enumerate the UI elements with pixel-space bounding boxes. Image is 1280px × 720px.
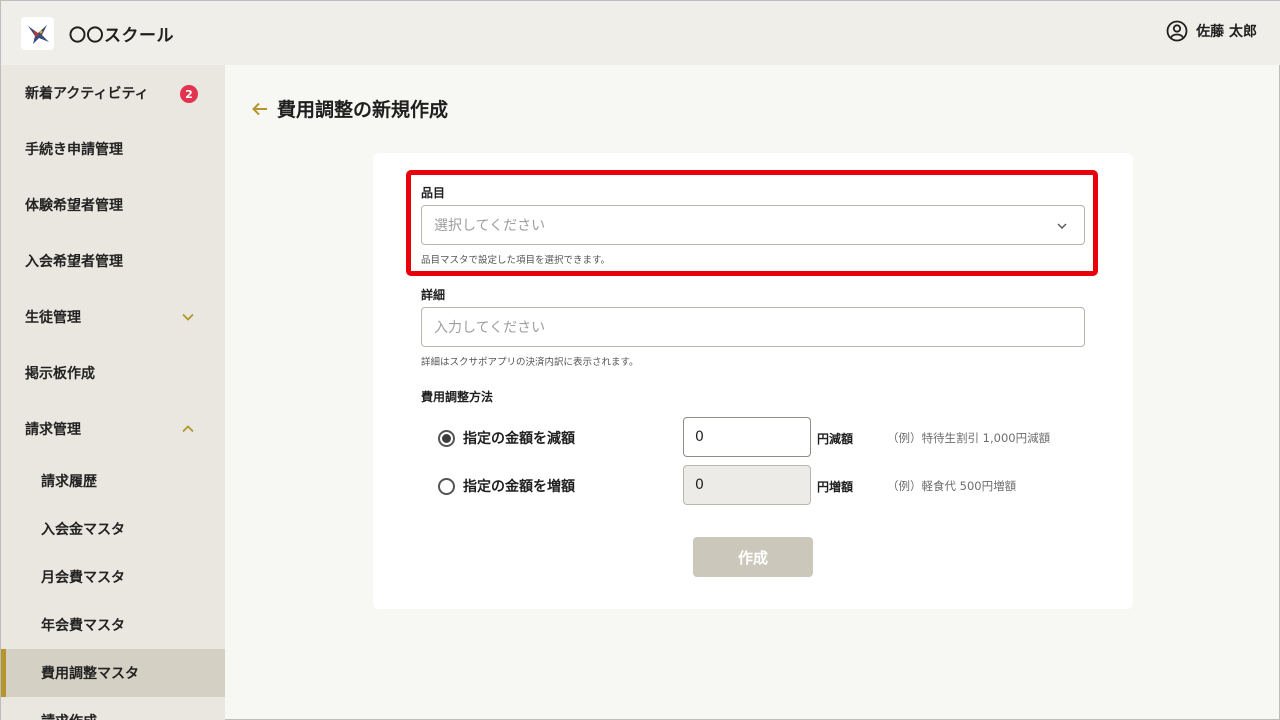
decrease-amount-input[interactable]: 0 [683,417,811,457]
sidebar-subitem-label: 入会金マスタ [41,522,125,538]
app-title: 〇〇スクール [69,26,174,46]
sidebar-subitem-annual-fee-master[interactable]: 年会費マスタ [1,601,225,649]
sidebar-item-trial-applicants[interactable]: 体験希望者管理 [1,177,225,233]
increase-example: （例）軽食代 500円増額 [887,479,1017,493]
increase-unit: 円増額 [817,480,854,494]
sidebar-item-label: 請求管理 [25,422,81,438]
sidebar-item-students[interactable]: 生徒管理 [1,289,225,345]
sidebar-subitem-label: 年会費マスタ [41,618,125,634]
item-help-text: 品目マスタで設定した項目を選択できます。 [421,255,611,266]
sidebar-item-new-activity[interactable]: 新着アクティビティ 2 [1,65,225,121]
method-label: 費用調整方法 [421,390,494,404]
detail-input-placeholder: 入力してください [434,320,546,336]
decrease-unit: 円減額 [817,432,854,446]
sidebar-item-billing[interactable]: 請求管理 [1,401,225,457]
chevron-up-icon [182,425,194,433]
sidebar-item-bulletin[interactable]: 掲示板作成 [1,345,225,401]
user-name: 佐藤 太郎 [1196,24,1257,40]
sidebar-item-procedures[interactable]: 手続き申請管理 [1,121,225,177]
decrease-option[interactable]: 指定の金額を減額 [438,428,575,448]
sidebar-item-label: 掲示板作成 [25,366,95,382]
sidebar-item-label: 入会希望者管理 [25,254,123,270]
detail-input[interactable]: 入力してください [421,307,1085,347]
detail-label: 詳細 [421,288,446,302]
page-header: 費用調整の新規作成 [251,95,448,122]
back-arrow-icon[interactable] [251,100,269,118]
page-title: 費用調整の新規作成 [277,99,449,121]
sidebar-subitem-cost-adjustment-master[interactable]: 費用調整マスタ [1,649,225,697]
increase-amount-input[interactable]: 0 [683,465,811,505]
create-button[interactable]: 作成 [693,537,813,577]
app-logo[interactable] [21,17,54,50]
sidebar-item-enrollment-applicants[interactable]: 入会希望者管理 [1,233,225,289]
item-select-placeholder: 選択してください [434,218,546,234]
sidebar: 新着アクティビティ 2 手続き申請管理 体験希望者管理 入会希望者管理 生徒管理… [1,65,225,720]
sidebar-item-label: 手続き申請管理 [25,142,123,158]
sidebar-subitem-label: 請求履歴 [41,474,97,490]
sidebar-item-label: 新着アクティビティ [25,86,149,102]
decrease-option-label: 指定の金額を減額 [463,431,575,447]
user-account-icon [1166,20,1188,42]
decrease-example: （例）特待生割引 1,000円減額 [887,431,1051,445]
radio-decrease[interactable] [438,429,455,447]
sidebar-subitem-label: 費用調整マスタ [41,666,139,682]
user-menu[interactable]: 佐藤 太郎 [1166,20,1257,42]
item-select[interactable]: 選択してください [421,205,1085,245]
item-label: 品目 [421,186,446,200]
increase-amount-value: 0 [695,477,704,493]
app-header: 〇〇スクール 佐藤 太郎 [1,1,1280,65]
sidebar-item-label: 体験希望者管理 [25,198,123,214]
detail-help-text: 詳細はスクサポアプリの決済内訳に表示されます。 [421,357,639,368]
bird-logo-icon [27,24,49,44]
sidebar-subitem-label: 請求作成 [41,711,97,720]
radio-increase[interactable] [438,477,455,495]
sidebar-subitem-billing-history[interactable]: 請求履歴 [1,457,225,505]
sidebar-subitem-create-invoice[interactable]: 請求作成 [1,697,225,720]
chevron-down-icon [182,313,194,321]
sidebar-item-label: 生徒管理 [25,310,81,326]
increase-option[interactable]: 指定の金額を増額 [438,476,575,496]
notification-badge: 2 [180,85,198,103]
sidebar-subitem-enrollment-fee-master[interactable]: 入会金マスタ [1,505,225,553]
sidebar-subitem-monthly-fee-master[interactable]: 月会費マスタ [1,553,225,601]
chevron-down-icon [1057,223,1067,229]
decrease-amount-value: 0 [695,429,704,445]
sidebar-subitem-label: 月会費マスタ [41,570,125,586]
increase-option-label: 指定の金額を増額 [463,479,575,495]
